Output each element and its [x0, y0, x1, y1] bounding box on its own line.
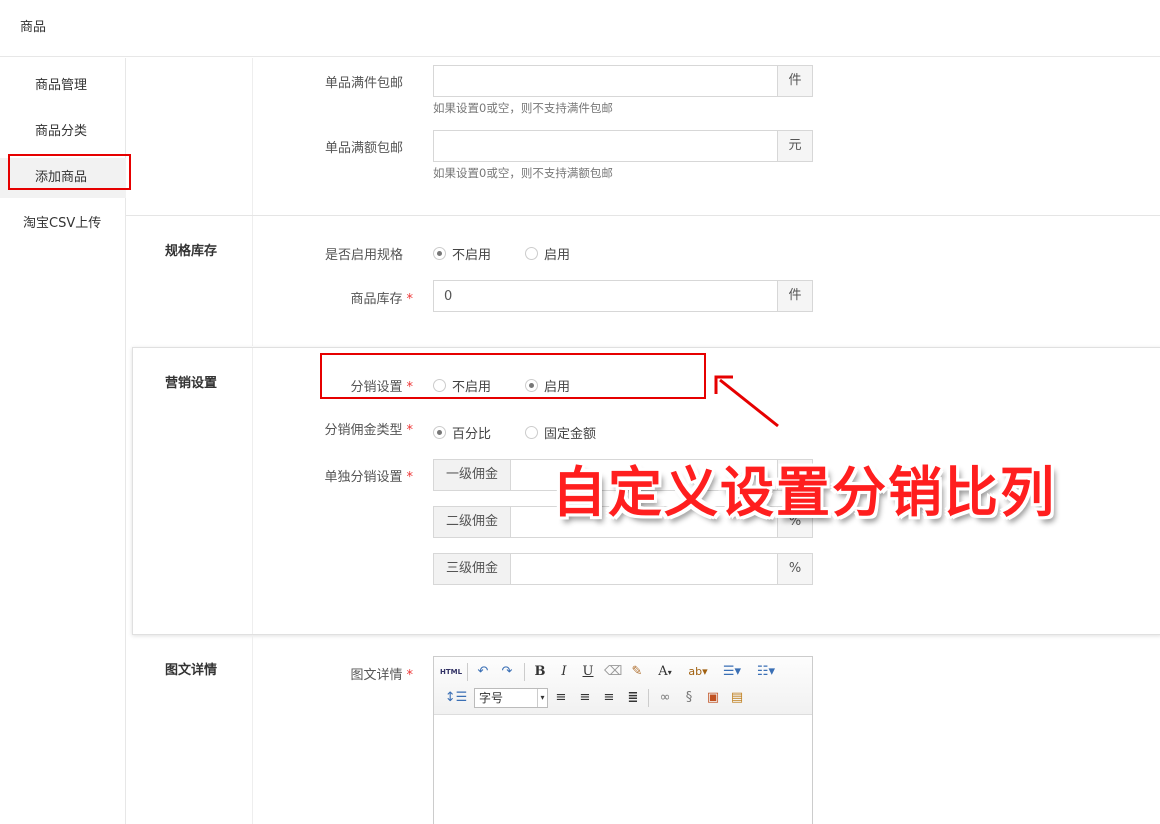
- font-size-select[interactable]: 字号 ▾: [474, 688, 548, 708]
- highlight-box-distribution: [320, 353, 706, 399]
- spec-on-radio[interactable]: 启用: [525, 244, 570, 263]
- unordered-list-icon[interactable]: ☷▾: [752, 662, 780, 682]
- radio-dot: [525, 426, 538, 439]
- full-amount-help: 如果设置0或空，则不支持满额包邮: [433, 166, 613, 180]
- full-amount-input-group: 元: [433, 130, 813, 162]
- commission-fixed-radio[interactable]: 固定金额: [525, 423, 596, 442]
- italic-button[interactable]: I: [556, 662, 572, 682]
- page-title: 商品: [20, 20, 47, 35]
- align-right-icon[interactable]: ≡: [600, 688, 618, 708]
- full-amount-label: 单品满额包邮: [324, 141, 403, 156]
- full-count-input-group: 件: [433, 65, 813, 97]
- align-center-icon[interactable]: ≡: [576, 688, 594, 708]
- column-divider: [252, 348, 253, 634]
- stock-input[interactable]: [434, 281, 777, 311]
- level1-prefix: 一级佣金: [434, 460, 511, 490]
- highlight-box-sidebar: [8, 154, 131, 190]
- level3-commission-input[interactable]: [511, 554, 777, 584]
- bold-button[interactable]: B: [532, 662, 548, 682]
- radio-dot: [525, 247, 538, 260]
- redo-icon[interactable]: ↷: [498, 662, 516, 682]
- unlink-icon[interactable]: §: [680, 688, 698, 708]
- level3-commission-group: 三级佣金 %: [433, 553, 813, 585]
- full-amount-input[interactable]: [434, 131, 777, 161]
- sidebar-item-label: 商品管理: [35, 78, 88, 93]
- editor-toolbar: HTML ↶ ↷ B I U ⌫ ✎ A▾ ab▾ ☰▾ ☷▾ ↕☰ 字号 ▾ ≡…: [434, 657, 812, 715]
- ordered-list-icon[interactable]: ☰▾: [718, 662, 746, 682]
- line-height-icon[interactable]: ↕☰: [442, 688, 470, 708]
- font-color-button[interactable]: A▾: [654, 662, 676, 682]
- underline-button[interactable]: U: [580, 662, 596, 682]
- align-justify-icon[interactable]: ≣: [624, 688, 642, 708]
- align-left-icon[interactable]: ≡: [552, 688, 570, 708]
- toolbar-separator: [524, 663, 525, 681]
- percent-addon: %: [777, 554, 812, 584]
- level3-prefix: 三级佣金: [434, 554, 511, 584]
- sidebar-item-label: 淘宝CSV上传: [23, 216, 102, 231]
- chevron-down-icon: ▾: [537, 689, 547, 707]
- section-title-marketing: 营销设置: [165, 376, 218, 391]
- single-distribution-label: 单独分销设置 *: [324, 470, 413, 485]
- enable-spec-label: 是否启用规格: [324, 248, 403, 263]
- radio-dot: [433, 426, 446, 439]
- commission-type-label: 分销佣金类型 *: [324, 423, 413, 438]
- full-count-label: 单品满件包邮: [324, 76, 403, 91]
- stock-input-group: 件: [433, 280, 813, 312]
- annotation-arrow: [714, 375, 779, 428]
- unit-addon: 件: [777, 281, 812, 311]
- spec-off-radio[interactable]: 不启用: [433, 244, 491, 263]
- sidebar-item-label: 商品分类: [35, 124, 88, 139]
- section-title-spec: 规格库存: [165, 244, 218, 259]
- eraser-icon[interactable]: ⌫: [604, 662, 622, 682]
- unit-addon: 元: [777, 131, 812, 161]
- level2-prefix: 二级佣金: [434, 507, 511, 537]
- column-divider: [252, 216, 253, 346]
- link-icon[interactable]: ∞: [656, 688, 674, 708]
- detail-label: 图文详情 *: [350, 668, 413, 683]
- sidebar-item-taobao-csv-upload[interactable]: 淘宝CSV上传: [0, 204, 126, 244]
- commission-percent-radio[interactable]: 百分比: [433, 423, 491, 442]
- image-icon[interactable]: ▣: [704, 688, 722, 708]
- full-count-input[interactable]: [434, 66, 777, 96]
- section-title-detail: 图文详情: [165, 663, 218, 678]
- annotation-text: 自定义设置分销比列: [552, 461, 1056, 524]
- toolbar-separator: [648, 689, 649, 707]
- unit-addon: 件: [777, 66, 812, 96]
- top-header: 商品: [0, 0, 1160, 57]
- format-brush-icon[interactable]: ✎: [628, 662, 646, 682]
- sidebar-item-goods-category[interactable]: 商品分类: [0, 112, 126, 152]
- radio-dot: [433, 247, 446, 260]
- sidebar-item-goods-manage[interactable]: 商品管理: [0, 66, 126, 106]
- full-count-help: 如果设置0或空，则不支持满件包邮: [433, 101, 613, 115]
- column-divider: [252, 636, 253, 824]
- rich-text-editor[interactable]: HTML ↶ ↷ B I U ⌫ ✎ A▾ ab▾ ☰▾ ☷▾ ↕☰ 字号 ▾ ≡…: [433, 656, 813, 824]
- toolbar-separator: [467, 663, 468, 681]
- highlight-color-icon[interactable]: ab▾: [684, 662, 712, 682]
- stock-label: 商品库存 *: [350, 292, 413, 307]
- undo-icon[interactable]: ↶: [474, 662, 492, 682]
- multi-image-icon[interactable]: ▤: [728, 688, 746, 708]
- html-source-button[interactable]: HTML: [440, 662, 462, 682]
- section-divider: [126, 215, 1160, 216]
